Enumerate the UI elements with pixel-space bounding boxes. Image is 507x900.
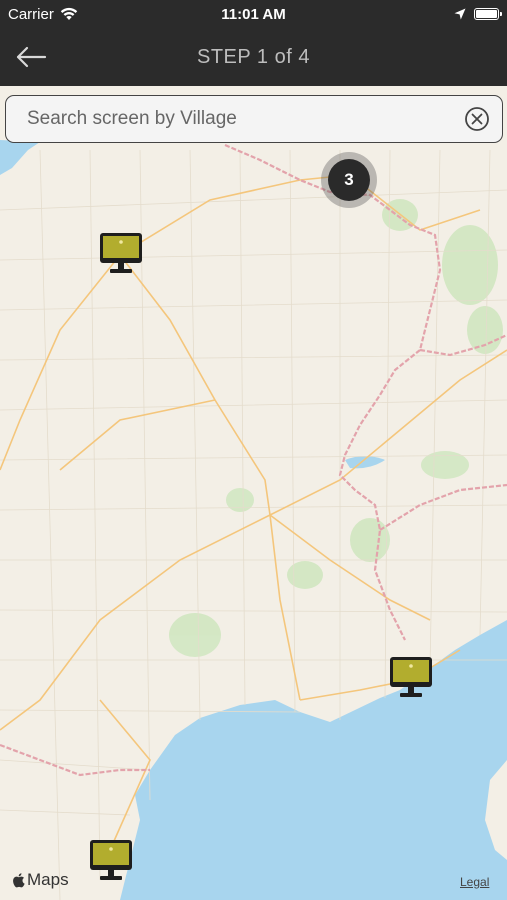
nav-bar: STEP 1 of 4 — [0, 28, 507, 86]
status-left: Carrier — [8, 6, 78, 23]
clear-circle-icon[interactable] — [464, 106, 490, 132]
battery-level — [476, 10, 497, 18]
search-bar — [5, 95, 503, 143]
back-arrow-icon[interactable] — [14, 42, 48, 72]
status-bar: Carrier 11:01 AM — [0, 0, 507, 28]
cluster-marker[interactable]: 3 — [321, 152, 377, 208]
map-view[interactable]: 3 — [0, 86, 507, 900]
apple-logo-icon — [13, 873, 25, 888]
maps-label: Maps — [27, 870, 69, 889]
cluster-count: 3 — [328, 159, 370, 201]
location-arrow-icon — [454, 8, 466, 20]
legal-link[interactable]: Legal — [460, 875, 489, 889]
map-background[interactable] — [0, 86, 507, 900]
apple-maps-logo: Maps — [12, 870, 69, 890]
screen-marker-icon[interactable] — [99, 232, 143, 274]
search-input[interactable] — [27, 108, 464, 130]
wifi-icon — [60, 7, 78, 20]
status-right — [454, 8, 502, 20]
battery-icon — [474, 8, 502, 20]
carrier-label: Carrier — [8, 5, 54, 23]
page-title: STEP 1 of 4 — [197, 45, 310, 68]
screen-marker-icon[interactable] — [389, 656, 433, 698]
screen-marker-icon[interactable] — [89, 839, 133, 881]
